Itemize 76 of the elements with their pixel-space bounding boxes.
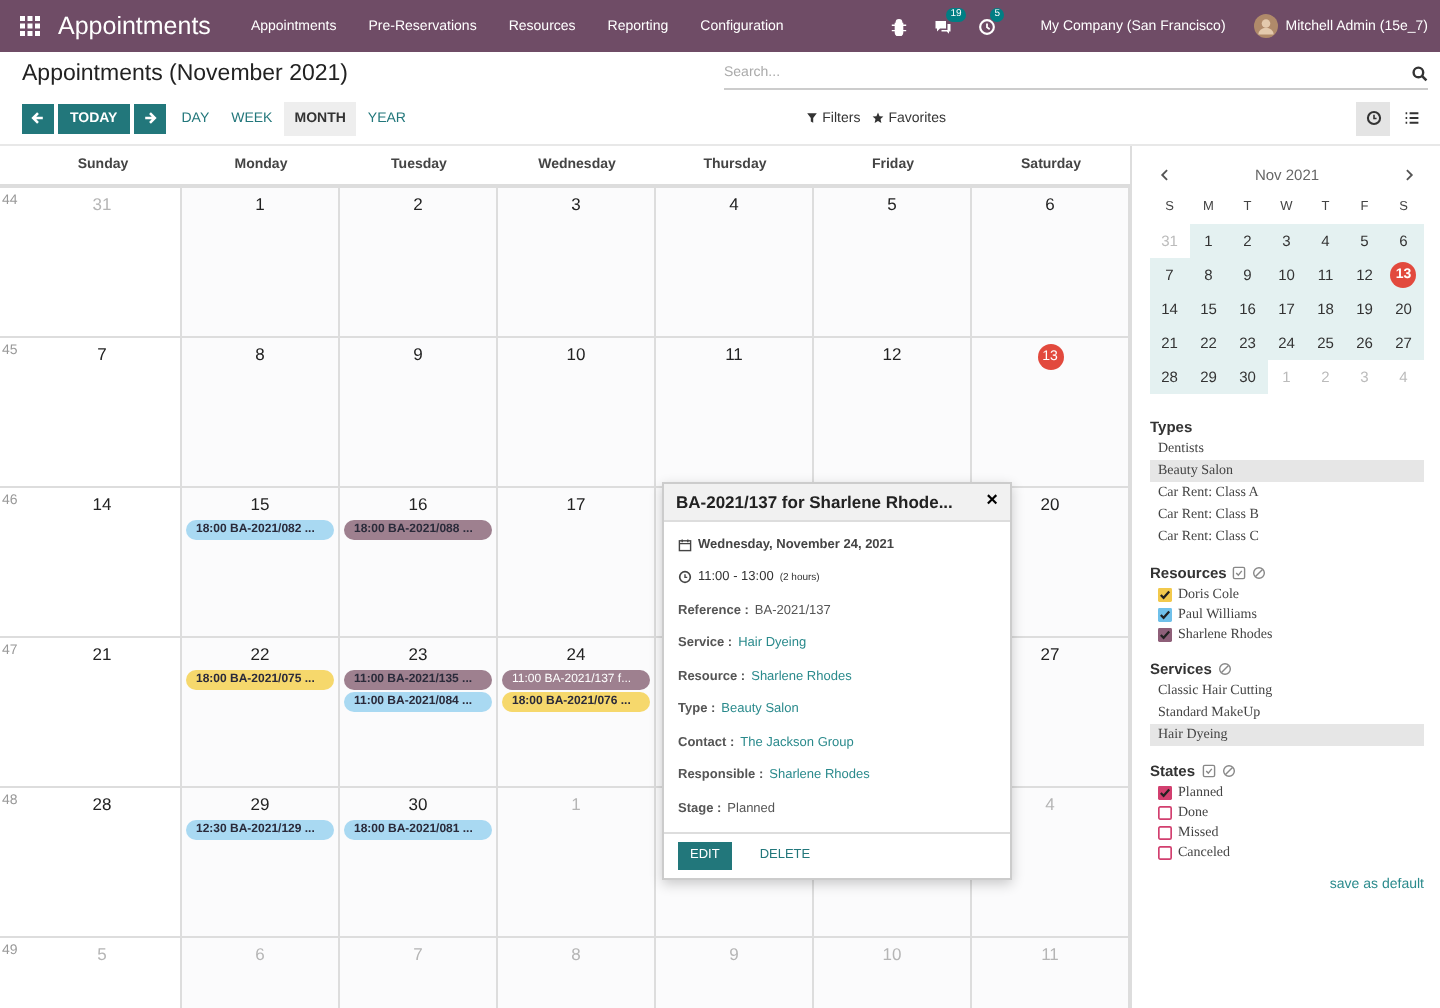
checkbox[interactable]: [1158, 845, 1172, 859]
day-number[interactable]: 10: [566, 344, 586, 364]
day-number[interactable]: 20: [1040, 494, 1060, 514]
clock-icon: [1365, 110, 1381, 126]
previous-button[interactable]: [22, 103, 54, 133]
next-month-icon[interactable]: [1401, 167, 1416, 181]
day-cell[interactable]: 17: [498, 486, 656, 636]
day-cell[interactable]: 6: [972, 186, 1130, 336]
day-number[interactable]: 12: [882, 344, 902, 364]
checkbox[interactable]: [1158, 587, 1172, 601]
day-number[interactable]: 28: [92, 794, 112, 814]
day-number[interactable]: 29: [250, 794, 270, 814]
day-number[interactable]: 22: [250, 644, 270, 664]
day-number[interactable]: 9: [413, 344, 423, 364]
day-number[interactable]: 30: [408, 794, 428, 814]
day-cell[interactable]: 3: [498, 186, 656, 336]
page-title: Appointments (November 2021): [22, 62, 350, 86]
day-number[interactable]: 1: [255, 194, 265, 214]
app-title[interactable]: Appointments: [58, 12, 211, 40]
clock-icon[interactable]: [978, 17, 997, 35]
day-cell[interactable]: 11: [656, 336, 814, 486]
day-cell[interactable]: 28: [24, 786, 182, 936]
day-number[interactable]: 23: [408, 644, 428, 664]
day-number[interactable]: 6: [1045, 194, 1055, 214]
day-number[interactable]: 14: [92, 494, 112, 514]
check-all-icon[interactable]: [1232, 565, 1247, 579]
clear-icon[interactable]: [1252, 565, 1267, 579]
day-number[interactable]: 21: [92, 644, 112, 664]
checkbox[interactable]: [1158, 785, 1172, 799]
apps-menu-icon[interactable]: [20, 16, 40, 36]
right-arrow-icon: [141, 110, 158, 126]
day-number[interactable]: 3: [571, 194, 581, 214]
day-cell[interactable]: 10: [498, 336, 656, 486]
day-number[interactable]: 7: [97, 344, 107, 364]
day-cell[interactable]: 14: [24, 486, 182, 636]
clear-icon[interactable]: [1221, 763, 1236, 777]
avatar-icon[interactable]: [1253, 14, 1278, 38]
day-cell[interactable]: 9: [340, 336, 498, 486]
left-arrow-icon: [30, 110, 46, 126]
calendar-icon: [678, 537, 692, 552]
day-cell[interactable]: 8: [182, 336, 340, 486]
day-cell[interactable]: 1: [182, 186, 340, 336]
day-cell[interactable]: 5: [814, 186, 972, 336]
search-icon[interactable]: [1412, 65, 1428, 81]
close-button[interactable]: ×: [986, 492, 998, 512]
check-all-icon[interactable]: [1201, 763, 1216, 777]
chat-icon[interactable]: [934, 17, 953, 35]
day-number[interactable]: 16: [408, 494, 428, 514]
day-cell[interactable]: 4: [656, 186, 814, 336]
day-number[interactable]: 5: [887, 194, 897, 214]
funnel-icon: [806, 112, 819, 124]
clear-icon[interactable]: [1217, 661, 1232, 675]
day-cell[interactable]: 21: [24, 636, 182, 786]
day-number[interactable]: 11: [725, 344, 743, 364]
checkbox[interactable]: [1158, 607, 1172, 621]
clock-icon: [678, 570, 692, 585]
bug-icon[interactable]: [890, 17, 909, 35]
day-number[interactable]: 27: [1040, 644, 1060, 664]
day-number[interactable]: 17: [566, 494, 586, 514]
day-number[interactable]: 15: [250, 494, 270, 514]
checkbox[interactable]: [1158, 627, 1172, 641]
day-cell[interactable]: 12: [814, 336, 972, 486]
day-number[interactable]: 2: [413, 194, 423, 214]
day-cell[interactable]: 7: [24, 336, 182, 486]
day-number[interactable]: 4: [729, 194, 739, 214]
next-button[interactable]: [133, 103, 166, 133]
calendar-view-button[interactable]: [1356, 101, 1390, 135]
list-icon: [1403, 110, 1419, 126]
previous-month-icon[interactable]: [1158, 167, 1172, 181]
star-icon: [872, 112, 885, 124]
day-cell[interactable]: 2: [340, 186, 498, 336]
checkbox[interactable]: [1158, 825, 1172, 839]
checkbox[interactable]: [1158, 805, 1172, 819]
popover-title: BA-2021/137 for Sharlene Rhode...: [676, 492, 955, 512]
day-number[interactable]: 24: [566, 644, 586, 664]
day-number[interactable]: 8: [255, 344, 265, 364]
